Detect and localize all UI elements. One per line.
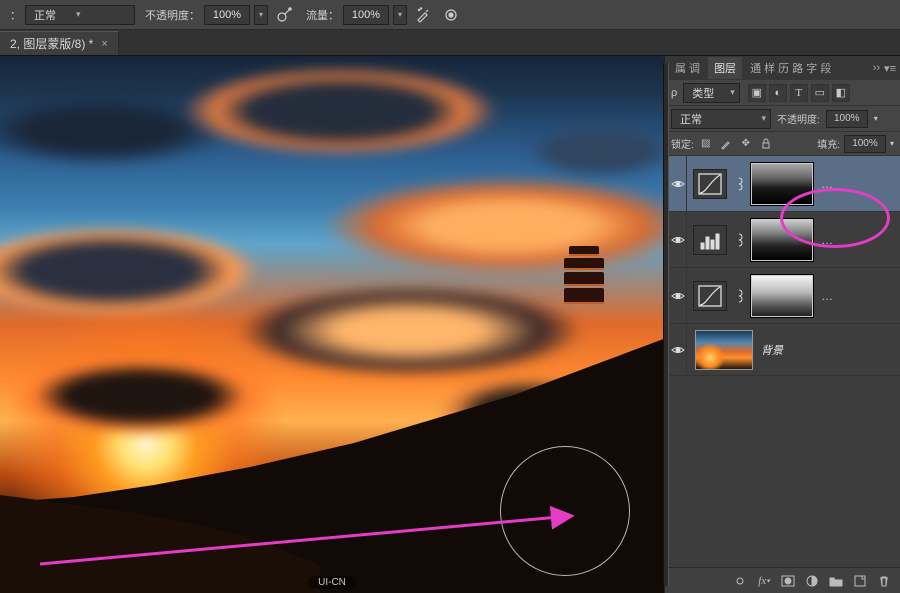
new-group-icon[interactable]	[828, 573, 844, 589]
options-bar: ： 正常 ▾ 不透明度： 100% ▾ 流量： 100% ▾	[0, 0, 900, 30]
mask-link-icon[interactable]	[733, 233, 745, 247]
chevron-down-icon[interactable]: ▾	[874, 114, 878, 123]
mask-link-icon[interactable]	[733, 289, 745, 303]
fill-input[interactable]: 100%	[844, 135, 886, 153]
curves-adjustment-icon	[693, 169, 727, 199]
lock-transparency-icon[interactable]: ▨	[698, 136, 714, 152]
flow-label: 流量：	[306, 7, 339, 23]
layer-row[interactable]: …	[665, 212, 900, 268]
more-icon[interactable]: …	[821, 233, 834, 247]
layer-row-background[interactable]: 背景	[665, 324, 900, 376]
tab-layers[interactable]: 图层	[708, 57, 742, 79]
layers-bottom-toolbar: fx▾	[665, 567, 900, 593]
layer-row[interactable]: …	[665, 268, 900, 324]
flow-value-input[interactable]: 100%	[343, 5, 389, 25]
opacity-stepper[interactable]: ▾	[254, 5, 268, 25]
flow-stepper[interactable]: ▾	[393, 5, 407, 25]
expand-icon[interactable]: ››	[873, 62, 880, 75]
layer-opacity-input[interactable]: 100%	[826, 110, 868, 128]
blend-mode-dropdown[interactable]: 正常 ▾	[25, 5, 135, 25]
layer-mask-thumbnail[interactable]	[751, 219, 813, 261]
layer-mask-thumbnail[interactable]	[751, 163, 813, 205]
layer-mask-thumbnail[interactable]	[751, 275, 813, 317]
lock-position-icon[interactable]: ✥	[738, 136, 754, 152]
mask-link-icon[interactable]	[733, 177, 745, 191]
levels-adjustment-icon	[693, 225, 727, 255]
lock-label: 锁定:	[671, 136, 694, 151]
filter-text-icon[interactable]: T	[790, 84, 808, 102]
panel-dock: 属 调 图层 通 样 历 路 字 段 ›› ▾≡ ρ 类型 ▾ ▣ ◐ T ▭ …	[664, 56, 900, 593]
panel-menu-icon[interactable]: ▾≡	[884, 62, 896, 75]
pagoda-silhouette	[564, 246, 604, 336]
search-icon: ρ	[671, 87, 677, 99]
visibility-toggle[interactable]	[669, 268, 687, 323]
link-layers-icon[interactable]	[732, 573, 748, 589]
main-area: UI-CN 属 调 图层 通 样 历 路 字 段 ›› ▾≡ ρ 类型 ▾ ▣ …	[0, 56, 900, 593]
tab-adjust-etc[interactable]: 属 调	[669, 57, 706, 79]
fill-label: 填充:	[817, 136, 840, 151]
divider-label: ：	[10, 7, 21, 23]
layer-row[interactable]: …	[665, 156, 900, 212]
add-mask-icon[interactable]	[780, 573, 796, 589]
layer-name[interactable]: 背景	[761, 342, 783, 358]
close-icon[interactable]: ×	[101, 38, 107, 50]
watermark: UI-CN	[308, 576, 356, 589]
annotation-arrow	[40, 496, 600, 576]
chevron-down-icon: ▾	[730, 87, 735, 98]
document-tab-title: 2, 图层蒙版/8) *	[10, 35, 93, 52]
document-tab-bar: 2, 图层蒙版/8) * ×	[0, 30, 900, 56]
layer-opacity-label: 不透明度:	[777, 111, 820, 126]
canvas[interactable]: UI-CN	[0, 56, 664, 593]
panel-tab-strip: 属 调 图层 通 样 历 路 字 段 ›› ▾≡	[665, 56, 900, 80]
visibility-toggle[interactable]	[669, 212, 687, 267]
opacity-value-input[interactable]: 100%	[204, 5, 250, 25]
layer-blend-row: 正常 ▾ 不透明度: 100% ▾	[665, 106, 900, 132]
airbrush-icon[interactable]	[411, 5, 435, 25]
tab-misc[interactable]: 通 样 历 路 字 段	[744, 57, 837, 79]
curves-adjustment-icon	[693, 281, 727, 311]
filter-pixel-icon[interactable]: ▣	[748, 84, 766, 102]
layers-list: … …	[665, 156, 900, 567]
new-layer-icon[interactable]	[852, 573, 868, 589]
chevron-down-icon[interactable]: ▾	[890, 139, 894, 148]
layer-blend-dropdown[interactable]: 正常 ▾	[671, 109, 771, 129]
visibility-toggle[interactable]	[669, 324, 687, 376]
layer-lock-row: 锁定: ▨ ✥ 填充: 100% ▾	[665, 132, 900, 156]
document-tab[interactable]: 2, 图层蒙版/8) * ×	[0, 31, 119, 55]
filter-type-dropdown[interactable]: 类型 ▾	[683, 83, 740, 103]
lock-paint-icon[interactable]	[718, 136, 734, 152]
filter-smart-icon[interactable]: ◧	[832, 84, 850, 102]
visibility-toggle[interactable]	[669, 156, 687, 211]
filter-shape-icon[interactable]: ▭	[811, 84, 829, 102]
chevron-down-icon: ▾	[76, 9, 81, 20]
more-icon[interactable]: …	[821, 177, 834, 191]
lock-all-icon[interactable]	[758, 136, 774, 152]
pressure-size-icon[interactable]	[439, 5, 463, 25]
filter-adjust-icon[interactable]: ◐	[769, 84, 787, 102]
layer-fx-icon[interactable]: fx▾	[756, 573, 772, 589]
chevron-down-icon: ▾	[761, 113, 766, 124]
delete-layer-icon[interactable]	[876, 573, 892, 589]
more-icon[interactable]: …	[821, 289, 834, 303]
layer-thumbnail[interactable]	[695, 330, 753, 370]
new-adjustment-icon[interactable]	[804, 573, 820, 589]
opacity-label: 不透明度：	[145, 7, 200, 23]
blend-mode-value: 正常	[34, 7, 56, 23]
pressure-opacity-icon[interactable]	[272, 5, 296, 25]
layer-filter-row: ρ 类型 ▾ ▣ ◐ T ▭ ◧	[665, 80, 900, 106]
